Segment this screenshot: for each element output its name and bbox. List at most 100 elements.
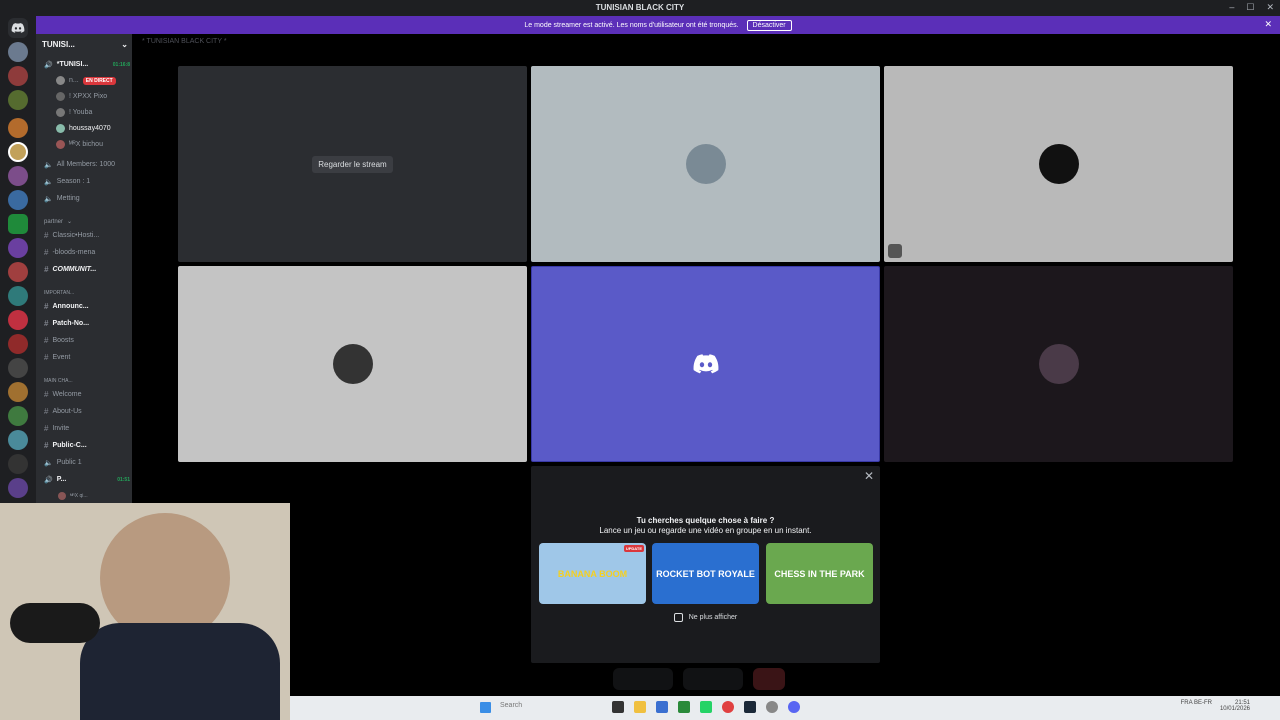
minimize-icon[interactable]: – (1229, 2, 1234, 13)
discord-icon[interactable] (788, 701, 800, 713)
server-icon[interactable] (8, 310, 28, 330)
avatar (56, 76, 65, 85)
checkbox[interactable] (673, 613, 683, 622)
avatar (332, 344, 373, 384)
category-important[interactable]: IMPORTAN... (44, 286, 130, 299)
disconnect-button[interactable] (753, 668, 785, 690)
whatsapp-icon[interactable] (700, 701, 712, 713)
screen-share-button[interactable] (683, 668, 743, 690)
server-icon[interactable] (8, 90, 28, 110)
dont-show-again[interactable]: Ne plus afficher (531, 613, 880, 622)
stream-tile[interactable]: Regarder le stream (178, 66, 527, 262)
game-card[interactable]: BANANA BOOM UPDATE (539, 543, 646, 604)
banner-close-icon[interactable]: ✕ (1264, 19, 1272, 30)
voice-member[interactable]: n... EN DIRECT (56, 74, 142, 87)
app-icon[interactable] (678, 701, 690, 713)
system-tray: FRA BE-FR 21:51 10/01/2026 (1181, 700, 1250, 712)
close-icon[interactable]: ✕ (1266, 2, 1274, 13)
voice-stat-metting[interactable]: 🔈 Metting (44, 192, 130, 205)
server-icon[interactable] (8, 166, 28, 186)
channel-item[interactable]: # Event (44, 351, 130, 364)
server-icon[interactable] (8, 142, 28, 162)
channel-item[interactable]: # COMMUNIT... (44, 263, 130, 276)
channel-item[interactable]: # About-Us (44, 405, 130, 418)
server-header[interactable]: TUNISI... ⌄ (42, 40, 128, 49)
channel-item[interactable]: # Patch-No... (44, 317, 130, 330)
channel-item[interactable]: # -bloods-mena (44, 246, 130, 259)
hash-icon: # (44, 302, 49, 311)
server-icon[interactable] (8, 262, 28, 282)
disable-streamer-button[interactable]: Désactiver (746, 19, 792, 31)
server-icon[interactable] (8, 190, 28, 210)
clock[interactable]: 21:51 10/01/2026 (1220, 700, 1250, 712)
microphone-shape (10, 603, 100, 643)
task-view-icon[interactable] (612, 701, 624, 713)
voice-channel-top[interactable]: 🔊 *TUNISI... 01:16:8 (44, 58, 130, 71)
windows-start-icon[interactable] (480, 702, 491, 713)
channel-item[interactable]: # Welcome (44, 388, 130, 401)
speaker-icon: 🔊 (44, 61, 53, 69)
chrome-icon[interactable] (722, 701, 734, 713)
voice-member[interactable]: ! Youba (56, 106, 142, 119)
voice-stat-season[interactable]: 🔈 Season : 1 (44, 175, 130, 188)
discord-home-button[interactable] (8, 18, 28, 38)
avatar (56, 92, 65, 101)
participant-tile[interactable] (884, 66, 1233, 262)
avatar (56, 140, 65, 149)
server-icon[interactable] (8, 214, 28, 234)
file-explorer-icon[interactable] (634, 701, 646, 713)
participant-tile[interactable] (531, 66, 880, 262)
category-partner[interactable]: partner ⌄ (44, 215, 130, 228)
voice-member[interactable]: ! XPXX Pixo (56, 90, 142, 103)
language-indicator[interactable]: FRA BE-FR (1181, 700, 1212, 712)
channel-item[interactable]: # Classic•Hosti... (44, 229, 130, 242)
server-icon[interactable] (8, 118, 28, 138)
hash-icon: # (44, 407, 49, 416)
participant-tile[interactable] (531, 266, 880, 462)
server-icon[interactable] (8, 478, 28, 498)
settings-icon[interactable] (766, 701, 778, 713)
call-controls (613, 668, 803, 690)
update-badge: UPDATE (623, 545, 644, 552)
channel-item[interactable]: # Boosts (44, 334, 130, 347)
participant-tile[interactable] (884, 266, 1233, 462)
maximize-icon[interactable]: ☐ (1246, 2, 1254, 13)
category-main[interactable]: MAIN CHA... (44, 374, 130, 387)
server-icon[interactable] (8, 454, 28, 474)
taskbar-search[interactable]: Search (500, 702, 522, 709)
avatar (1038, 144, 1079, 184)
steam-icon[interactable] (744, 701, 756, 713)
popup-close-icon[interactable]: ✕ (864, 469, 874, 483)
server-icon[interactable] (8, 406, 28, 426)
voice-member[interactable]: houssay4070 (56, 122, 142, 135)
server-icon[interactable] (8, 42, 28, 62)
avatar (58, 491, 66, 500)
server-icon[interactable] (8, 66, 28, 86)
chevron-down-icon: ⌄ (121, 40, 128, 49)
avatar (1038, 344, 1079, 384)
channel-item[interactable]: # Invite (44, 422, 130, 435)
channel-item[interactable]: # Public-C... (44, 439, 130, 452)
server-icon[interactable] (8, 430, 28, 450)
watch-stream-button[interactable]: Regarder le stream (312, 155, 393, 173)
hash-icon: # (44, 424, 49, 433)
voice-channel[interactable]: 🔈 Public 1 (44, 456, 130, 469)
participant-tile[interactable] (178, 266, 527, 462)
hash-icon: # (44, 319, 49, 328)
hash-icon: # (44, 231, 49, 240)
server-icon[interactable] (8, 382, 28, 402)
channel-item[interactable]: # Announc... (44, 300, 130, 313)
hash-icon: # (44, 390, 49, 399)
server-icon[interactable] (8, 334, 28, 354)
server-name: TUNISI... (42, 40, 75, 49)
game-card[interactable]: CHESS IN THE PARK (766, 543, 873, 604)
server-icon[interactable] (8, 358, 28, 378)
mic-button[interactable] (613, 668, 673, 690)
server-icon[interactable] (8, 238, 28, 258)
voice-channel[interactable]: 🔊 P... 01:51 (44, 473, 130, 486)
voice-member[interactable]: ᴹᴿX bichou (56, 138, 142, 151)
voice-stat-members[interactable]: 🔈 All Members: 1000 (44, 158, 130, 171)
app-icon[interactable] (656, 701, 668, 713)
game-card[interactable]: ROCKET BOT ROYALE (652, 543, 759, 604)
server-icon[interactable] (8, 286, 28, 306)
